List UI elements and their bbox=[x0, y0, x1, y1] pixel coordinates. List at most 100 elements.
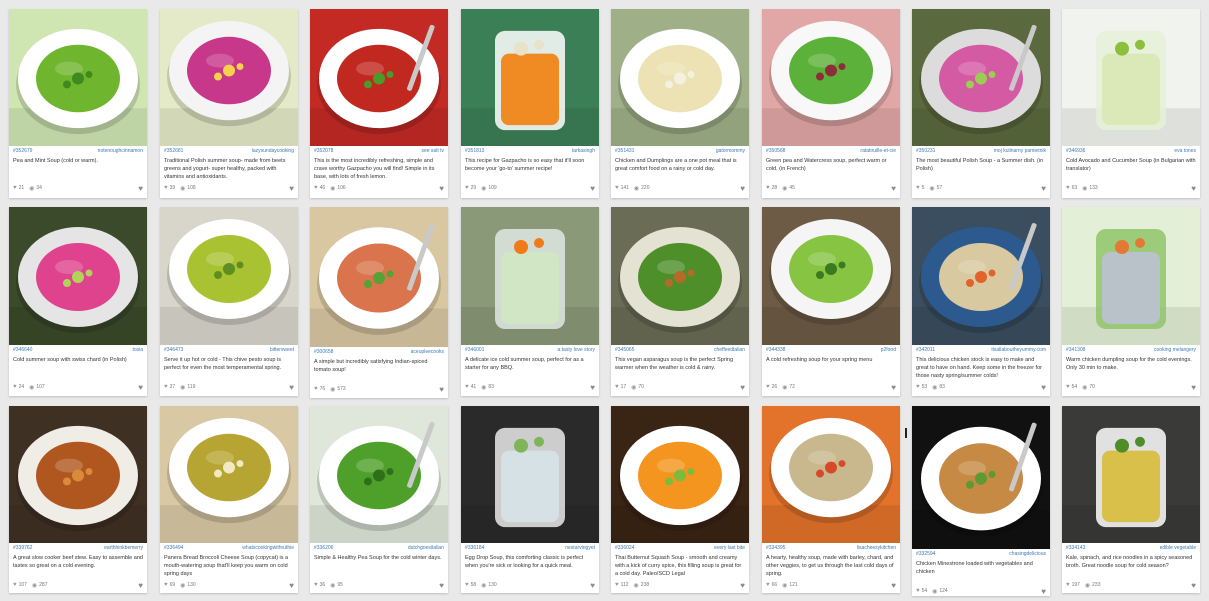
pin-card[interactable]: #332594 chasingdelicious Chicken Minestron… bbox=[912, 406, 1050, 596]
pin-author-link[interactable]: moj kulinarny pamietnik bbox=[994, 148, 1046, 155]
pin-id-link[interactable]: #336184 bbox=[465, 545, 484, 552]
pin-author-link[interactable]: a tasty love story bbox=[557, 347, 595, 354]
favorite-heart-icon[interactable]: ♥ bbox=[289, 581, 294, 590]
favorite-heart-icon[interactable]: ♥ bbox=[439, 184, 444, 193]
pin-thumbnail[interactable] bbox=[160, 406, 298, 543]
pin-card[interactable]: #345065 cheffeedtalian This vegan asparagu… bbox=[611, 207, 749, 396]
pin-thumbnail[interactable] bbox=[611, 207, 749, 345]
pin-card[interactable]: #352681 lazysundaycooking Traditional Poli… bbox=[160, 9, 298, 198]
pin-id-link[interactable]: #351431 bbox=[615, 148, 634, 155]
pin-thumbnail[interactable] bbox=[912, 207, 1050, 345]
pin-thumbnail[interactable] bbox=[912, 406, 1050, 549]
pin-thumbnail[interactable] bbox=[9, 406, 147, 543]
pin-author-link[interactable]: bittersweet bbox=[270, 347, 294, 354]
pin-thumbnail[interactable] bbox=[912, 9, 1050, 146]
pin-card[interactable]: #334143 edible vegetable Kale, spinach, an… bbox=[1062, 406, 1200, 593]
pin-id-link[interactable]: #336494 bbox=[164, 545, 183, 552]
pin-author-link[interactable]: earthhinkbemerry bbox=[104, 545, 143, 552]
pin-author-link[interactable]: edible vegetable bbox=[1160, 545, 1196, 552]
pin-author-link[interactable]: itsallaboutheyummy.com bbox=[991, 347, 1046, 354]
pin-card[interactable]: #336206 dutchgoesitalian Simple & Healthy … bbox=[310, 406, 448, 593]
pin-thumbnail[interactable] bbox=[9, 9, 147, 146]
pin-thumbnail[interactable] bbox=[461, 9, 599, 146]
pin-id-link[interactable]: #332594 bbox=[916, 551, 935, 558]
pin-thumbnail[interactable] bbox=[762, 9, 900, 146]
pin-thumbnail[interactable] bbox=[1062, 406, 1200, 543]
pin-author-link[interactable]: cheffeedtalian bbox=[714, 347, 745, 354]
pin-author-link[interactable]: lazysundaycooking bbox=[252, 148, 294, 155]
pin-card[interactable]: #341308 cooking melangery Warm chicken dum… bbox=[1062, 207, 1200, 396]
pin-thumbnail[interactable] bbox=[762, 207, 900, 345]
pin-author-link[interactable]: chasingdelicious bbox=[1009, 551, 1046, 558]
pin-thumbnail[interactable] bbox=[310, 207, 448, 347]
pin-id-link[interactable]: #339762 bbox=[13, 545, 32, 552]
pin-id-link[interactable]: #344338 bbox=[766, 347, 785, 354]
pin-author-link[interactable]: p2food bbox=[881, 347, 896, 354]
pin-author-link[interactable]: whatscookingwithruthie bbox=[242, 545, 294, 552]
favorite-heart-icon[interactable]: ♥ bbox=[1041, 587, 1046, 596]
favorite-heart-icon[interactable]: ♥ bbox=[1191, 581, 1196, 590]
pin-card[interactable]: #336184 nestarvingyet Egg Drop Soup, this … bbox=[461, 406, 599, 593]
pin-author-link[interactable]: gatormommy bbox=[716, 148, 745, 155]
pin-id-link[interactable]: #336206 bbox=[314, 545, 333, 552]
pin-thumbnail[interactable] bbox=[611, 406, 749, 543]
pin-author-link[interactable]: tarkasingh bbox=[572, 148, 595, 155]
pin-thumbnail[interactable] bbox=[1062, 9, 1200, 146]
pin-card[interactable]: #352679 notenoughcinnamon Pea and Mint Sou… bbox=[9, 9, 147, 198]
pin-id-link[interactable]: #345065 bbox=[615, 347, 634, 354]
pin-id-link[interactable]: #350568 bbox=[766, 148, 785, 155]
pin-thumbnail[interactable] bbox=[310, 9, 448, 146]
pin-id-link[interactable]: #351813 bbox=[465, 148, 484, 155]
pin-id-link[interactable]: #334143 bbox=[1066, 545, 1085, 552]
pin-author-link[interactable]: eva tones bbox=[1174, 148, 1196, 155]
favorite-heart-icon[interactable]: ♥ bbox=[289, 383, 294, 392]
pin-card[interactable]: #336494 whatscookingwithruthie Panera Brea… bbox=[160, 406, 298, 593]
favorite-heart-icon[interactable]: ♥ bbox=[439, 581, 444, 590]
pin-id-link[interactable]: #352078 bbox=[314, 148, 333, 155]
pin-id-link[interactable]: #346936 bbox=[1066, 148, 1085, 155]
favorite-heart-icon[interactable]: ♥ bbox=[1191, 383, 1196, 392]
favorite-heart-icon[interactable]: ♥ bbox=[439, 385, 444, 394]
favorite-heart-icon[interactable]: ♥ bbox=[1191, 184, 1196, 193]
pin-card[interactable]: #334395 lisacheesykitchen A hearty, health… bbox=[762, 406, 900, 593]
pin-card[interactable]: #352078 see salt tv This is the most incre… bbox=[310, 9, 448, 198]
pin-thumbnail[interactable] bbox=[310, 406, 448, 543]
pin-id-link[interactable]: #350231 bbox=[916, 148, 935, 155]
favorite-heart-icon[interactable]: ♥ bbox=[138, 383, 143, 392]
pin-author-link[interactable]: nestarvingyet bbox=[565, 545, 595, 552]
pin-thumbnail[interactable] bbox=[762, 406, 900, 543]
pin-card[interactable]: #346640 tosia Cold summer soup with swiss … bbox=[9, 207, 147, 396]
favorite-heart-icon[interactable]: ♥ bbox=[740, 383, 745, 392]
favorite-heart-icon[interactable]: ♥ bbox=[590, 581, 595, 590]
favorite-heart-icon[interactable]: ♥ bbox=[138, 184, 143, 193]
favorite-heart-icon[interactable]: ♥ bbox=[1041, 383, 1046, 392]
pin-id-link[interactable]: #334395 bbox=[766, 545, 785, 552]
pin-id-link[interactable]: #346001 bbox=[465, 347, 484, 354]
pin-author-link[interactable]: tosia bbox=[132, 347, 143, 354]
pin-card[interactable]: #346001 a tasty love story A delicate ice … bbox=[461, 207, 599, 396]
pin-id-link[interactable]: #346473 bbox=[164, 347, 183, 354]
pin-thumbnail[interactable] bbox=[461, 207, 599, 345]
pin-card[interactable]: #342011 itsallaboutheyummy.com This delici… bbox=[912, 207, 1050, 396]
pin-thumbnail[interactable] bbox=[160, 207, 298, 345]
pin-thumbnail[interactable] bbox=[461, 406, 599, 543]
pin-card[interactable]: #350568 ratatouille-et-cie Green pea and W… bbox=[762, 9, 900, 198]
pin-card[interactable]: #346936 eva tones Cold Avocado and Cucumbe… bbox=[1062, 9, 1200, 198]
pin-id-link[interactable]: #336024 bbox=[615, 545, 634, 552]
pin-author-link[interactable]: ratatouille-et-cie bbox=[860, 148, 896, 155]
pin-card[interactable]: #336024 every last bite Thai Butternut Squ… bbox=[611, 406, 749, 593]
pin-author-link[interactable]: lisacheesykitchen bbox=[857, 545, 896, 552]
favorite-heart-icon[interactable]: ♥ bbox=[740, 581, 745, 590]
pin-id-link[interactable]: #352679 bbox=[13, 148, 32, 155]
pin-card[interactable]: #351431 gatormommy Chicken and Dumplings a… bbox=[611, 9, 749, 198]
favorite-heart-icon[interactable]: ♥ bbox=[891, 383, 896, 392]
favorite-heart-icon[interactable]: ♥ bbox=[138, 581, 143, 590]
pin-id-link[interactable]: #300658 bbox=[314, 349, 333, 356]
pin-author-link[interactable]: cooking melangery bbox=[1154, 347, 1196, 354]
pin-thumbnail[interactable] bbox=[611, 9, 749, 146]
pin-id-link[interactable]: #341308 bbox=[1066, 347, 1085, 354]
favorite-heart-icon[interactable]: ♥ bbox=[891, 184, 896, 193]
pin-id-link[interactable]: #346640 bbox=[13, 347, 32, 354]
pin-thumbnail[interactable] bbox=[1062, 207, 1200, 345]
pin-card[interactable]: #344338 p2food A cold refreshing soup for … bbox=[762, 207, 900, 396]
